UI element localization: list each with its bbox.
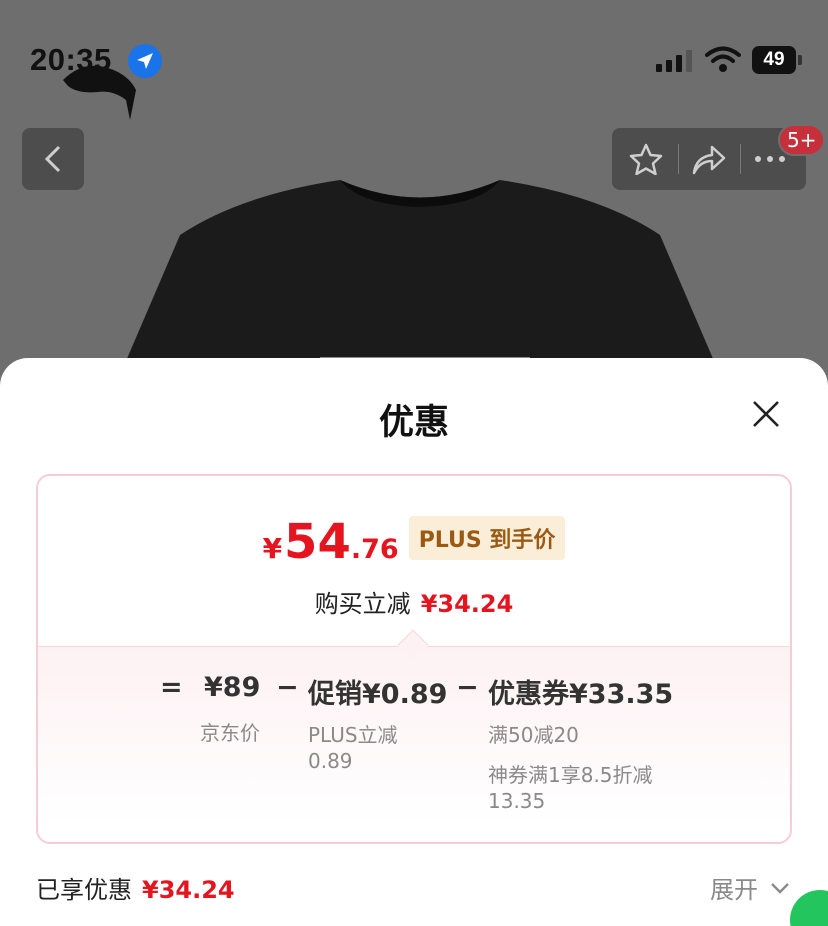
promo-detail-line: 0.89 — [308, 749, 353, 773]
expand-label: 展开 — [710, 876, 758, 904]
expand-button[interactable]: 展开 — [710, 870, 792, 905]
final-price-decimal: .76 — [350, 534, 399, 565]
purchase-reduce-row: 购买立减 ¥34.24 — [38, 584, 790, 619]
chevron-left-icon — [44, 145, 61, 173]
close-icon[interactable] — [748, 396, 784, 432]
minus-sign: − — [276, 672, 299, 703]
discount-sheet: 优惠 ¥ 54 .76 PLUS 到手价 购买立减 ¥34.24 = ¥89 京东… — [0, 358, 828, 926]
header-actions — [612, 128, 806, 190]
cellular-signal-icon — [656, 50, 692, 72]
notification-badge: 5+ — [778, 124, 826, 156]
equals-sign: = — [160, 672, 183, 703]
coupon-detail-line: 满50减20 — [488, 723, 579, 747]
tshirt-image — [120, 180, 720, 375]
coupon-detail-line: 13.35 — [488, 789, 546, 813]
status-time: 20:35 — [30, 42, 112, 77]
status-bar: 20:35 49 — [0, 38, 828, 84]
battery-indicator: 49 — [752, 46, 802, 74]
jd-price-label: 京东价 — [200, 721, 260, 745]
chevron-down-icon — [771, 882, 789, 894]
back-button[interactable] — [22, 128, 84, 190]
coupon-amount: 优惠券¥33.35 — [488, 679, 674, 710]
coupon-detail-line: 神券满1享8.5折减 — [488, 763, 653, 787]
promo-amount: 促销¥0.89 — [308, 679, 448, 710]
favorite-star-icon[interactable] — [628, 142, 664, 176]
battery-level: 49 — [763, 49, 785, 70]
promo-detail-line: PLUS立减 — [308, 723, 398, 747]
enjoyed-discount-label: 已享优惠 — [36, 876, 132, 904]
enjoyed-discount: 已享优惠 ¥34.24 — [36, 870, 235, 905]
final-price-currency: ¥ — [262, 532, 283, 565]
minus-sign: − — [456, 672, 479, 703]
price-breakdown-card: ¥ 54 .76 PLUS 到手价 购买立减 ¥34.24 = ¥89 京东价 −… — [36, 474, 792, 844]
final-price-row: ¥ 54 .76 PLUS 到手价 — [38, 516, 790, 566]
purchase-reduce-value: ¥34.24 — [420, 590, 514, 618]
share-icon[interactable] — [690, 142, 726, 176]
jd-price: ¥89 — [204, 672, 261, 703]
plus-price-tag: PLUS 到手价 — [408, 516, 566, 560]
purchase-reduce-label: 购买立减 — [314, 590, 411, 618]
enjoyed-discount-value: ¥34.24 — [142, 876, 235, 904]
sheet-title: 优惠 — [378, 403, 449, 443]
final-price: ¥ 54 .76 — [263, 518, 399, 566]
location-arrow-icon — [128, 44, 162, 78]
wifi-icon — [705, 46, 741, 72]
final-price-integer: 54 — [284, 514, 351, 570]
